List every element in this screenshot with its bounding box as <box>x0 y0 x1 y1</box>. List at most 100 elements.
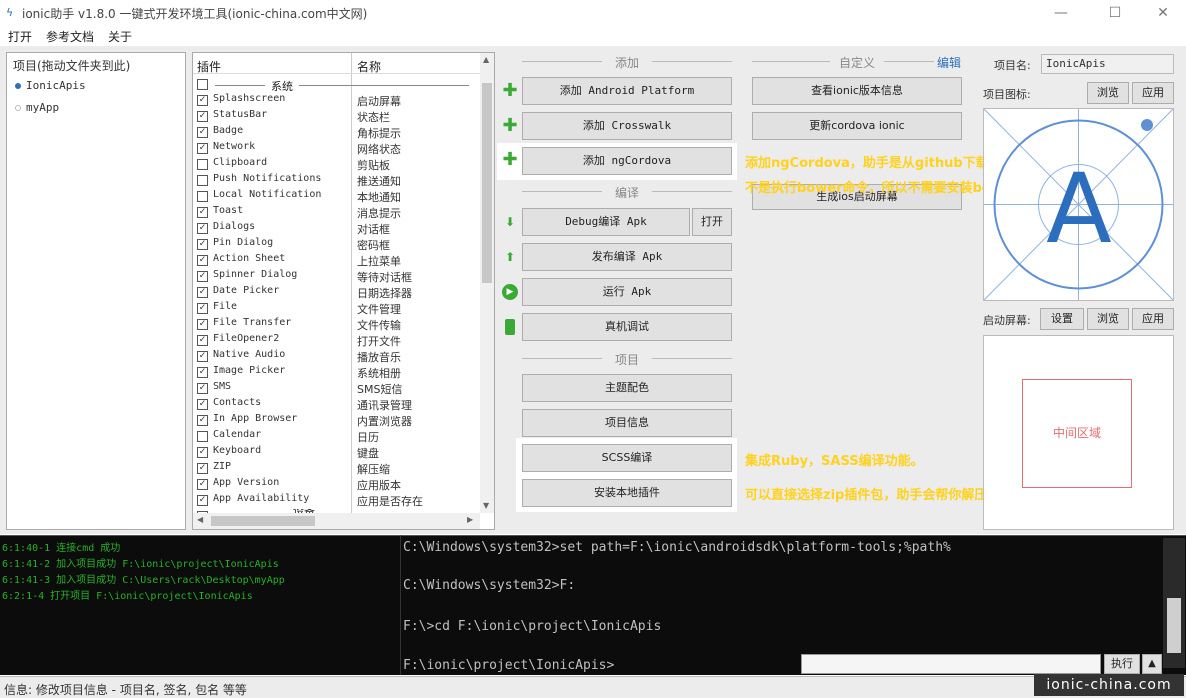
plugin-checkbox[interactable]: ✓ <box>197 127 208 138</box>
plugin-row[interactable]: ✓ Date Picker 日期选择器 <box>197 285 477 301</box>
plugin-row[interactable]: ✓ Pin Dialog 密码框 <box>197 237 477 253</box>
group-checkbox[interactable] <box>197 79 208 90</box>
plugin-checkbox[interactable]: ✓ <box>197 207 208 218</box>
plugin-row[interactable]: ✓ Network 网络状态 <box>197 141 477 157</box>
add-android-button[interactable]: 添加 Android Platform <box>522 77 732 105</box>
plugin-checkbox[interactable]: ✓ <box>197 447 208 458</box>
plugin-checkbox[interactable]: ✓ <box>197 271 208 282</box>
add-ngcordova-button[interactable]: 添加 ngCordova <box>522 147 732 175</box>
scroll-thumb[interactable] <box>1167 598 1181 653</box>
menu-about[interactable]: 关于 <box>108 28 132 45</box>
plugin-checkbox[interactable]: ✓ <box>197 415 208 426</box>
plugin-row[interactable]: Push Notifications 推送通知 <box>197 173 477 189</box>
plugin-checkbox[interactable]: ✓ <box>197 495 208 506</box>
scroll-thumb[interactable] <box>482 83 492 283</box>
add-crosswalk-button[interactable]: 添加 Crosswalk <box>522 112 732 140</box>
plugin-checkbox[interactable]: ✓ <box>197 319 208 330</box>
plugin-checkbox[interactable]: ✓ <box>197 335 208 346</box>
maximize-button[interactable]: ☐ <box>1100 3 1130 23</box>
plugin-row[interactable]: ✓ App Availability 应用是否存在 <box>197 493 477 509</box>
plugin-checkbox[interactable]: ✓ <box>197 111 208 122</box>
scss-compile-button[interactable]: SCSS编译 <box>522 444 732 472</box>
plugin-row[interactable]: ✓ In App Browser 内置浏览器 <box>197 413 477 429</box>
scroll-right-icon[interactable]: ▶ <box>467 515 473 524</box>
plugin-row[interactable]: ✓ Action Sheet 上拉菜单 <box>197 253 477 269</box>
icon-browse-button[interactable]: 浏览 <box>1087 82 1129 104</box>
plugin-row[interactable]: ✓ StatusBar 状态栏 <box>197 109 477 125</box>
plugin-row[interactable]: ✓ Spinner Dialog 等待对话框 <box>197 269 477 285</box>
install-local-plugin-button[interactable]: 安装本地插件 <box>522 479 732 507</box>
plugin-vertical-scrollbar[interactable]: ▲ ▼ <box>480 53 494 513</box>
plugin-checkbox[interactable]: ✓ <box>197 463 208 474</box>
menu-docs[interactable]: 参考文档 <box>46 28 94 45</box>
view-version-button[interactable]: 查看ionic版本信息 <box>752 77 962 105</box>
splash-settings-button[interactable]: 设置 <box>1040 308 1084 330</box>
splash-apply-button[interactable]: 应用 <box>1132 308 1174 330</box>
scroll-thumb[interactable] <box>211 516 315 526</box>
debug-apk-button[interactable]: Debug编译 Apk <box>522 208 690 236</box>
project-item-ionicapis[interactable]: IonicApis <box>15 79 86 92</box>
plugin-row[interactable]: ✓ Image Picker 系统相册 <box>197 365 477 381</box>
plugin-horizontal-scrollbar[interactable]: ◀ ▶ <box>193 513 480 529</box>
plugin-row[interactable]: Local Notification 本地通知 <box>197 189 477 205</box>
plugin-checkbox[interactable]: ✓ <box>197 367 208 378</box>
plugin-row[interactable]: ✓ Dialogs 对话框 <box>197 221 477 237</box>
project-name-input[interactable]: IonicApis <box>1041 54 1174 74</box>
plugin-checkbox[interactable]: ✓ <box>197 351 208 362</box>
plugin-row[interactable]: Calendar 日历 <box>197 429 477 445</box>
plugin-checkbox[interactable]: ✓ <box>197 287 208 298</box>
plugin-checkbox[interactable]: ✓ <box>197 239 208 250</box>
menu-open[interactable]: 打开 <box>8 28 32 45</box>
plugin-row[interactable]: ✓ FileOpener2 打开文件 <box>197 333 477 349</box>
update-cordova-button[interactable]: 更新cordova ionic <box>752 112 962 140</box>
edit-link[interactable]: 编辑 <box>937 54 961 71</box>
scroll-left-icon[interactable]: ◀ <box>197 515 203 524</box>
splash-browse-button[interactable]: 浏览 <box>1087 308 1129 330</box>
plugin-row[interactable]: Clipboard 剪贴板 <box>197 157 477 173</box>
open-apk-button[interactable]: 打开 <box>692 208 732 236</box>
plugin-checkbox[interactable]: ✓ <box>197 399 208 410</box>
plugin-checkbox[interactable] <box>197 175 208 186</box>
plugin-checkbox[interactable]: ✓ <box>197 95 208 106</box>
close-button[interactable]: ✕ <box>1148 3 1178 23</box>
plugin-row[interactable]: ✓ App Version 应用版本 <box>197 477 477 493</box>
plugin-checkbox[interactable] <box>197 159 208 170</box>
console-panel[interactable]: C:\Windows\system32>set path=F:\ionic\an… <box>400 535 1186 675</box>
console-scrollbar[interactable] <box>1163 538 1185 668</box>
release-apk-button[interactable]: 发布编译 Apk <box>522 243 732 271</box>
command-input[interactable] <box>801 654 1101 674</box>
project-list-panel[interactable]: 项目(拖动文件夹到此) IonicApis myApp <box>6 52 186 530</box>
plugin-row[interactable]: ✓ File 文件管理 <box>197 301 477 317</box>
plugin-row[interactable]: ✓ SMS SMS短信 <box>197 381 477 397</box>
plugin-row[interactable]: ✓ Native Audio 播放音乐 <box>197 349 477 365</box>
plugin-checkbox[interactable] <box>197 191 208 202</box>
plugin-row[interactable]: ✓ Badge 角标提示 <box>197 125 477 141</box>
plugin-checkbox[interactable]: ✓ <box>197 223 208 234</box>
scroll-up-icon[interactable]: ▲ <box>483 55 489 64</box>
log-panel[interactable]: 6:1:40-1 连接cmd 成功 6:1:41-2 加入项目成功 F:\ion… <box>0 535 400 675</box>
device-debug-button[interactable]: 真机调试 <box>522 313 732 341</box>
plugin-checkbox[interactable]: ✓ <box>197 143 208 154</box>
theme-color-button[interactable]: 主题配色 <box>522 374 732 402</box>
project-item-myapp[interactable]: myApp <box>15 101 59 114</box>
run-apk-button[interactable]: 运行 Apk <box>522 278 732 306</box>
plugin-checkbox[interactable]: ✓ <box>197 479 208 490</box>
plugin-row[interactable]: ✓ File Transfer 文件传输 <box>197 317 477 333</box>
plugin-row[interactable]: ✓ Contacts 通讯录管理 <box>197 397 477 413</box>
plugin-checkbox[interactable]: ✓ <box>197 303 208 314</box>
execute-button[interactable]: 执行 <box>1104 654 1140 674</box>
plugin-row[interactable]: ✓ Splashscreen 启动屏幕 <box>197 93 477 109</box>
minimize-button[interactable]: — <box>1046 3 1076 23</box>
history-up-button[interactable]: ▲ <box>1142 654 1162 674</box>
plugin-row[interactable]: ✓ ZIP 解压缩 <box>197 461 477 477</box>
scroll-down-icon[interactable]: ▼ <box>483 501 489 510</box>
plugin-checkbox[interactable]: ✓ <box>197 255 208 266</box>
plugin-row[interactable]: ✓ Keyboard 键盘 <box>197 445 477 461</box>
plus-icon: ✚ <box>502 149 518 170</box>
plugin-row[interactable]: ✓ Toast 消息提示 <box>197 205 477 221</box>
project-info-button[interactable]: 项目信息 <box>522 409 732 437</box>
plugin-list-panel[interactable]: 插件 名称 系统 ✓ Splashscreen 启动屏幕 ✓ StatusBar 状态栏 ✓… <box>192 52 495 530</box>
plugin-checkbox[interactable]: ✓ <box>197 383 208 394</box>
plugin-checkbox[interactable] <box>197 431 208 442</box>
icon-apply-button[interactable]: 应用 <box>1132 82 1174 104</box>
